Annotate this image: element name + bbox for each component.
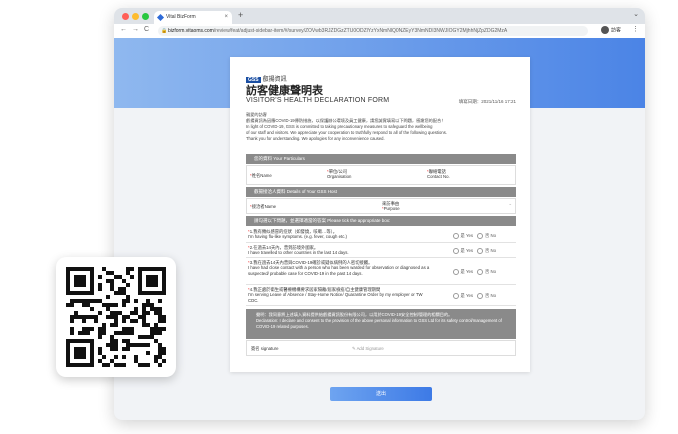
minimize-window-button[interactable] bbox=[132, 13, 139, 20]
add-signature-button[interactable]: ✎ Add Signature bbox=[352, 346, 384, 351]
host-name-label: *接洽者Name bbox=[250, 204, 277, 209]
name-input[interactable] bbox=[283, 170, 323, 182]
form-title-zh: 訪客健康聲明表 bbox=[246, 85, 323, 97]
close-window-button[interactable] bbox=[122, 13, 129, 20]
question-text: *4.我正處於衛生或醫療機構要求居家隔離/居家檢疫/自主健康管理期間 I'm se… bbox=[248, 287, 423, 303]
yes-radio[interactable] bbox=[452, 293, 459, 299]
url-host: bizform.vitaoms.com bbox=[168, 28, 214, 34]
yes-no-options: 是 Yes 否 No bbox=[449, 248, 496, 254]
yes-no-options: 是 Yes 否 No bbox=[449, 293, 496, 299]
host-name-input[interactable] bbox=[283, 201, 378, 213]
tab-bar: Vital BizForm × + ⌄ bbox=[114, 8, 645, 24]
no-radio[interactable] bbox=[477, 233, 484, 239]
profile-button[interactable]: 訪客 bbox=[601, 26, 621, 34]
tab-close-icon[interactable]: × bbox=[224, 11, 228, 24]
section-particulars: 您的資料 Your Particulars bbox=[246, 154, 516, 164]
tab-title: Vital BizForm bbox=[166, 14, 196, 20]
section-tick: 請勾選以下問題，並選擇適當的答案 Please tick the appropr… bbox=[246, 216, 516, 226]
signature-label: 簽名 signature bbox=[251, 346, 279, 351]
new-tab-button[interactable]: + bbox=[238, 10, 243, 20]
fill-date: 填寫日期：2021/11/16 17:21 bbox=[458, 99, 516, 104]
question-3: *3.我在過去14天內曾與COVID-19確診或疑似病例的人密切接觸。 I hav… bbox=[246, 259, 516, 285]
no-radio[interactable] bbox=[477, 248, 484, 254]
section-host: 叡揚接洽人資料 Details of Your GSS Host bbox=[246, 187, 516, 197]
vital-logo-icon bbox=[156, 13, 165, 22]
maximize-window-button[interactable] bbox=[142, 13, 149, 20]
yes-radio[interactable] bbox=[452, 269, 459, 275]
url-field[interactable]: 🔒 bizform.vitaoms.com/review/feat/adjust… bbox=[158, 26, 588, 36]
arrow-right-icon[interactable]: → bbox=[132, 26, 139, 33]
purpose-label: 來訪事由 *Purpose bbox=[382, 201, 400, 211]
url-path: /review/feat/adjust-sidebar-item/#/surve… bbox=[213, 28, 508, 34]
purpose-select[interactable]: ⌄ bbox=[422, 201, 512, 213]
form-title-en: VISITOR'S HEALTH DECLARATION FORM bbox=[246, 97, 390, 104]
lock-icon: 🔒 bbox=[161, 28, 168, 34]
question-1: *1.我有類似感冒的症狀（如發燒，咳嗽…等）。 I'm having flu-li… bbox=[246, 228, 516, 243]
qr-code-card bbox=[56, 257, 176, 377]
avatar-icon bbox=[601, 26, 609, 34]
tab-search-chevron-icon[interactable]: ⌄ bbox=[633, 10, 639, 18]
org-input[interactable] bbox=[377, 170, 422, 182]
signature-row: 簽名 signature ✎ Add Signature bbox=[246, 340, 516, 356]
no-radio[interactable] bbox=[477, 269, 484, 275]
particulars-row: *姓名Name *單位/公司 Organisation *聯絡電話 Contact … bbox=[246, 165, 516, 185]
submit-button[interactable]: 送出 bbox=[330, 387, 432, 401]
question-4: *4.我正處於衛生或醫療機構要求居家隔離/居家檢疫/自主健康管理期間 I'm se… bbox=[246, 286, 516, 306]
yes-radio[interactable] bbox=[452, 248, 459, 254]
yes-radio[interactable] bbox=[452, 233, 459, 239]
question-text: *1.我有類似感冒的症狀（如發燒，咳嗽…等）。 I'm having flu-li… bbox=[248, 229, 347, 240]
declaration-en: Declaration: I declare and consent to th… bbox=[256, 317, 502, 329]
chevron-down-icon: ⌄ bbox=[508, 201, 512, 206]
yes-no-options: 是 Yes 否 No bbox=[449, 233, 496, 239]
question-text: *3.我在過去14天內曾與COVID-19確診或疑似病例的人密切接觸。 I hav… bbox=[248, 260, 430, 276]
host-row: *接洽者Name 來訪事由 *Purpose ⌄ bbox=[246, 198, 516, 214]
no-radio[interactable] bbox=[477, 293, 484, 299]
arrow-left-icon[interactable]: ← bbox=[120, 26, 127, 33]
org-label: *單位/公司 Organisation bbox=[327, 169, 352, 179]
question-text: *2.在過去14天內，曾到訪境外國家。 I have travelled to o… bbox=[248, 245, 349, 256]
reload-icon[interactable]: C bbox=[144, 26, 149, 33]
intro-text: 親愛的訪客 叡揚資訊為因應COVID-19傳防措施，以保護辦公環境及員工健康，請… bbox=[246, 112, 516, 142]
intro-line: Thank you for understanding. We apologie… bbox=[246, 136, 385, 141]
name-label: *姓名Name bbox=[250, 173, 272, 178]
declaration-box: 聲明：我同意將上述填入資料提供給叡揚資訊股份有限公司，以用於COVID-19安全… bbox=[246, 309, 516, 339]
contact-input[interactable] bbox=[467, 170, 512, 182]
contact-label: *聯絡電話 Contact No. bbox=[427, 169, 450, 179]
qr-code-icon bbox=[66, 267, 166, 367]
browser-tab[interactable]: Vital BizForm × bbox=[154, 11, 232, 24]
question-2: *2.在過去14天內，曾到訪境外國家。 I have travelled to o… bbox=[246, 244, 516, 258]
profile-label: 訪客 bbox=[611, 27, 622, 34]
yes-no-options: 是 Yes 否 No bbox=[449, 269, 496, 275]
address-bar: ← → C 🔒 bizform.vitaoms.com/review/feat/… bbox=[114, 24, 645, 39]
more-menu-icon[interactable]: ⋮ bbox=[632, 25, 639, 33]
